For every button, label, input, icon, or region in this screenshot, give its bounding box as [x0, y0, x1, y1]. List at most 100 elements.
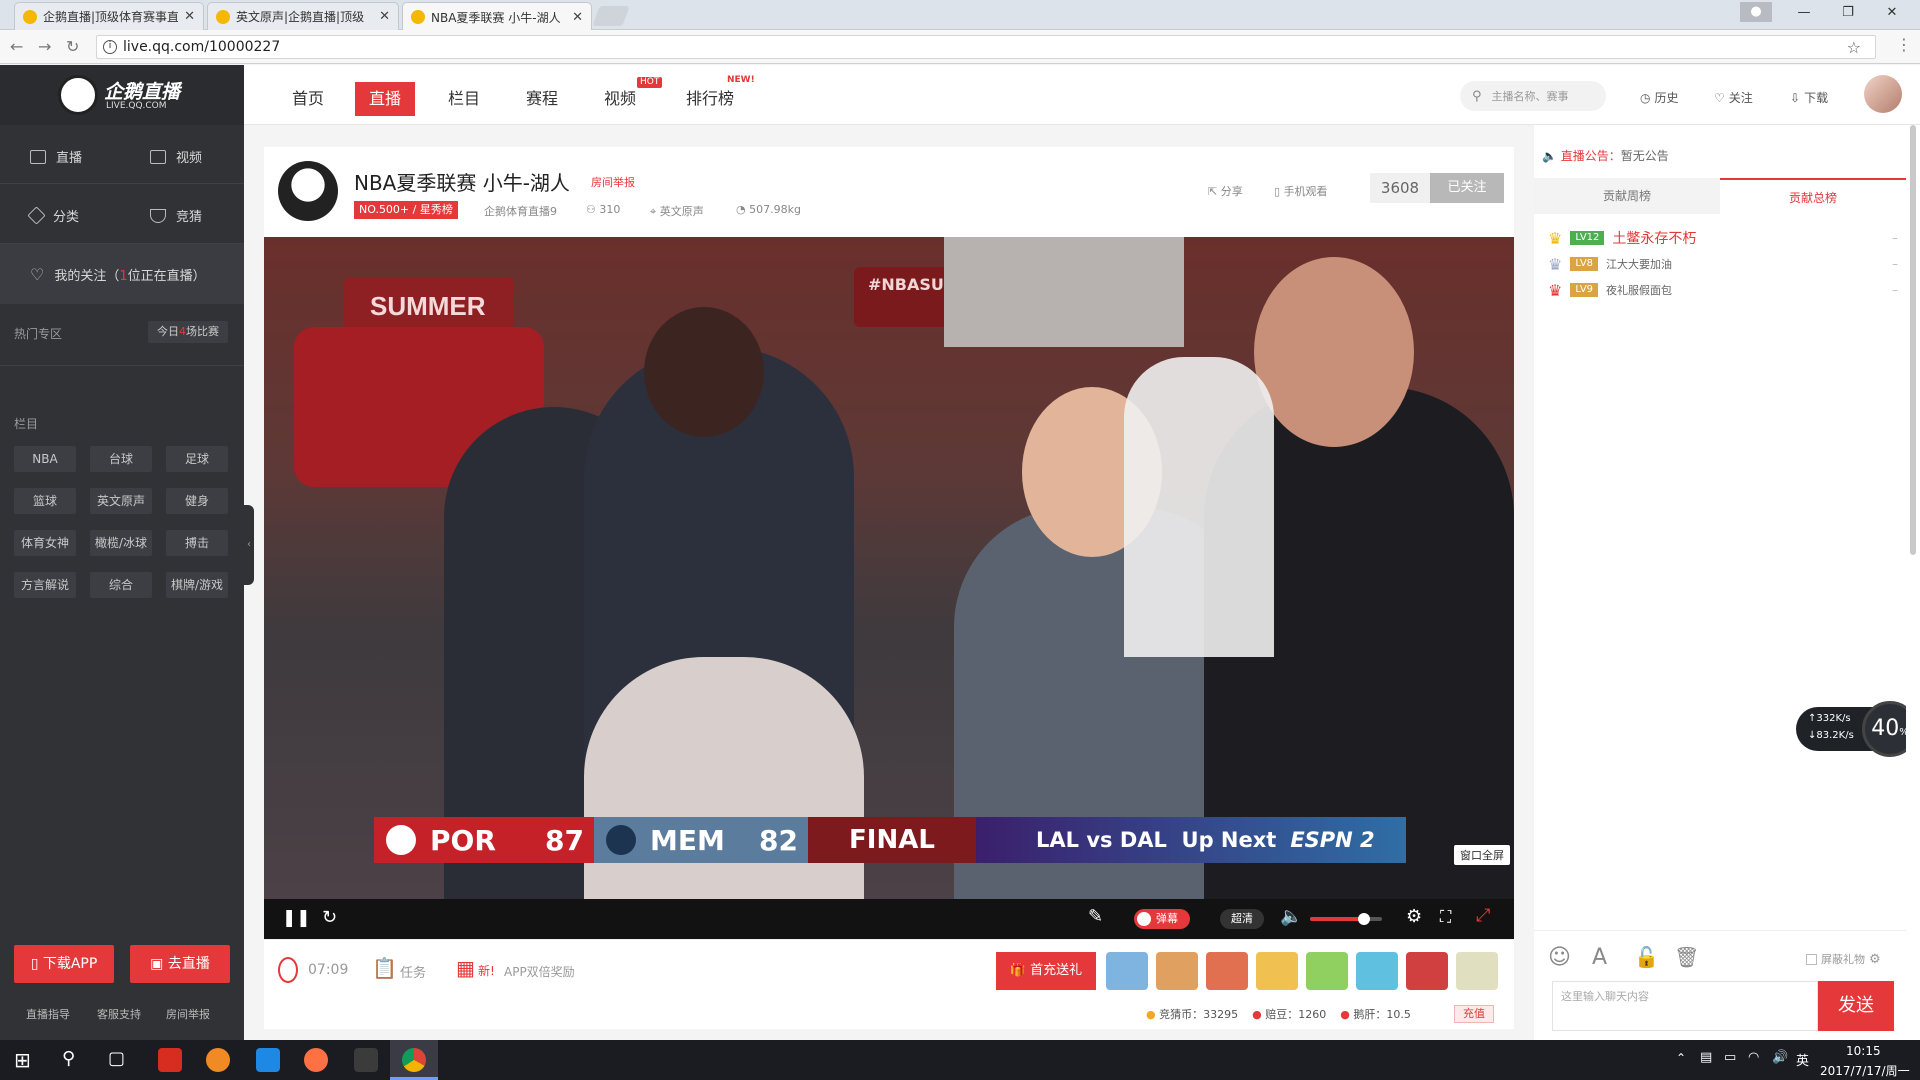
- column-tag[interactable]: 足球: [166, 446, 228, 472]
- footer-link-guide[interactable]: 直播指导: [26, 1006, 70, 1022]
- sidebar-live-button[interactable]: 直播: [30, 147, 82, 166]
- search-icon[interactable]: ⚲: [62, 1048, 75, 1069]
- column-tag[interactable]: 搏击: [166, 530, 228, 556]
- back-icon[interactable]: ←: [10, 37, 23, 56]
- emoji-icon[interactable]: ☺: [1548, 945, 1571, 970]
- menu-icon[interactable]: ⋮: [1896, 35, 1912, 54]
- rank-user-name[interactable]: 夜礼服假面包: [1606, 282, 1672, 298]
- speed-widget[interactable]: ↑332K/s ↓83.2K/s 40%: [1796, 701, 1918, 757]
- edge-icon[interactable]: [256, 1048, 280, 1072]
- gift-item-icon[interactable]: [1456, 952, 1498, 990]
- rank-user-name[interactable]: 土鳖永存不朽: [1612, 228, 1696, 248]
- app-qr-icon[interactable]: ▦: [456, 956, 475, 980]
- task-icon[interactable]: 📋: [372, 956, 397, 980]
- avatar[interactable]: [1864, 75, 1902, 113]
- window-close-icon[interactable]: ✕: [1870, 0, 1914, 26]
- block-gift-checkbox[interactable]: 屏蔽礼物 ⚙: [1806, 951, 1881, 967]
- gear-icon[interactable]: ⚙: [1869, 952, 1881, 967]
- sidebar-collapse-handle[interactable]: ‹: [244, 505, 254, 585]
- firefox-icon[interactable]: [304, 1048, 328, 1072]
- download-link[interactable]: ⇩ 下载: [1790, 89, 1828, 106]
- gift-item-icon[interactable]: [1306, 952, 1348, 990]
- followed-button[interactable]: 已关注: [1430, 173, 1504, 203]
- share-button[interactable]: ⇱ 分享: [1208, 183, 1243, 199]
- tab-total[interactable]: 贡献总榜: [1720, 178, 1906, 214]
- browser-app-icon[interactable]: [206, 1048, 230, 1072]
- search-box[interactable]: ⚲ 主播名称、赛事: [1460, 81, 1606, 111]
- tray-icon[interactable]: ▤: [1700, 1050, 1712, 1065]
- column-tag[interactable]: 棋牌/游戏: [166, 572, 228, 598]
- font-icon[interactable]: A: [1592, 945, 1607, 970]
- sidebar-category-button[interactable]: 分类: [27, 206, 79, 225]
- history-link[interactable]: ◷ 历史: [1640, 89, 1679, 106]
- column-tag[interactable]: NBA: [14, 446, 76, 472]
- send-button[interactable]: 发送: [1818, 981, 1894, 1031]
- trash-icon[interactable]: 🗑: [1674, 945, 1699, 969]
- recharge-button[interactable]: 充值: [1454, 1005, 1494, 1023]
- volume-icon[interactable]: 🔊: [1772, 1050, 1788, 1065]
- room-category[interactable]: ⌖ 英文原声: [650, 203, 704, 219]
- gift-item-icon[interactable]: [1256, 952, 1298, 990]
- search-icon[interactable]: ⚲: [1472, 89, 1482, 104]
- chat-input[interactable]: 这里输入聊天内容: [1552, 981, 1818, 1031]
- gift-item-icon[interactable]: [1356, 952, 1398, 990]
- quality-button[interactable]: 超清: [1220, 909, 1264, 929]
- pause-icon[interactable]: ❚❚: [282, 908, 311, 928]
- url-input[interactable]: i live.qq.com/10000227 ☆: [96, 35, 1876, 59]
- column-tag[interactable]: 健身: [166, 488, 228, 514]
- gift-item-icon[interactable]: [1156, 952, 1198, 990]
- search-input[interactable]: 主播名称、赛事: [1492, 88, 1569, 104]
- wifi-icon[interactable]: ◠: [1748, 1050, 1759, 1065]
- battery-icon[interactable]: ▭: [1724, 1050, 1736, 1065]
- volume-icon[interactable]: 🔈: [1280, 906, 1302, 927]
- ime-indicator[interactable]: 英: [1796, 1050, 1809, 1069]
- download-app-button[interactable]: ▯ 下载APP: [14, 945, 114, 983]
- terminal-icon[interactable]: [354, 1048, 378, 1072]
- video-player[interactable]: SUMMER #NBASUMMER POR 87 MEM 82 FINAL LA…: [264, 237, 1514, 899]
- fullscreen-icon[interactable]: ⛶: [1440, 907, 1451, 927]
- danmu-toggle[interactable]: 弹幕: [1134, 909, 1190, 929]
- checkbox-icon[interactable]: [1806, 953, 1817, 965]
- browser-tab-2[interactable]: 英文原声|企鹅直播|顶级 ✕: [207, 2, 399, 30]
- room-report-link[interactable]: 房间举报: [591, 174, 635, 190]
- column-tag[interactable]: 方言解说: [14, 572, 76, 598]
- sidebar-video-button[interactable]: 视频: [150, 147, 202, 166]
- column-tag[interactable]: 英文原声: [90, 488, 152, 514]
- minimize-icon[interactable]: —: [1782, 0, 1826, 26]
- gear-icon[interactable]: ⚙: [1406, 906, 1422, 927]
- app-reward-link[interactable]: APP双倍奖励: [504, 963, 575, 980]
- nav-ranking[interactable]: 排行榜: [672, 82, 748, 116]
- rank-row[interactable]: ♛ LV8 江大大要加油 –: [1548, 253, 1898, 275]
- tab-weekly[interactable]: 贡献周榜: [1534, 178, 1720, 214]
- reload-icon[interactable]: ↻: [66, 37, 79, 56]
- column-tag[interactable]: 体育女神: [14, 530, 76, 556]
- qq-app-icon[interactable]: [158, 1048, 182, 1072]
- window-fullscreen-button[interactable]: 窗口全屏: [1454, 845, 1510, 865]
- rank-row[interactable]: ♛ LV9 夜礼服假面包 –: [1548, 279, 1898, 301]
- rank-badge[interactable]: NO.500+ / 星秀榜: [354, 201, 458, 219]
- clock-date[interactable]: 2017/7/17/周一: [1820, 1062, 1910, 1079]
- close-icon[interactable]: ✕: [572, 10, 583, 25]
- refresh-icon[interactable]: ↻: [322, 907, 337, 928]
- column-tag[interactable]: 篮球: [14, 488, 76, 514]
- logo[interactable]: 企鹅直播 LIVE.QQ.COM: [0, 65, 244, 125]
- new-tab-button[interactable]: [592, 6, 630, 26]
- close-icon[interactable]: ✕: [184, 9, 195, 24]
- follow-link[interactable]: ♡ 关注: [1714, 89, 1753, 106]
- column-tag[interactable]: 台球: [90, 446, 152, 472]
- clock-time[interactable]: 10:15: [1846, 1044, 1881, 1058]
- lock-icon[interactable]: 🔓: [1634, 945, 1659, 969]
- sidebar-guess-button[interactable]: 竞猜: [150, 206, 202, 225]
- taskbar-active-chrome[interactable]: [390, 1040, 438, 1080]
- page-scrollbar[interactable]: [1906, 125, 1920, 1040]
- browser-tab-1[interactable]: 企鹅直播|顶级体育赛事直 ✕: [14, 2, 204, 30]
- forward-icon[interactable]: →: [38, 37, 51, 56]
- volume-knob[interactable]: [1358, 913, 1370, 925]
- footer-link-report[interactable]: 房间举报: [166, 1006, 210, 1022]
- column-tag[interactable]: 橄榄/冰球: [90, 530, 152, 556]
- task-button[interactable]: 任务: [400, 962, 426, 981]
- web-fullscreen-icon[interactable]: ⤢: [1476, 905, 1490, 926]
- anchor-avatar[interactable]: [278, 161, 338, 221]
- edit-icon[interactable]: ✎: [1088, 906, 1103, 927]
- close-icon[interactable]: ✕: [379, 9, 390, 24]
